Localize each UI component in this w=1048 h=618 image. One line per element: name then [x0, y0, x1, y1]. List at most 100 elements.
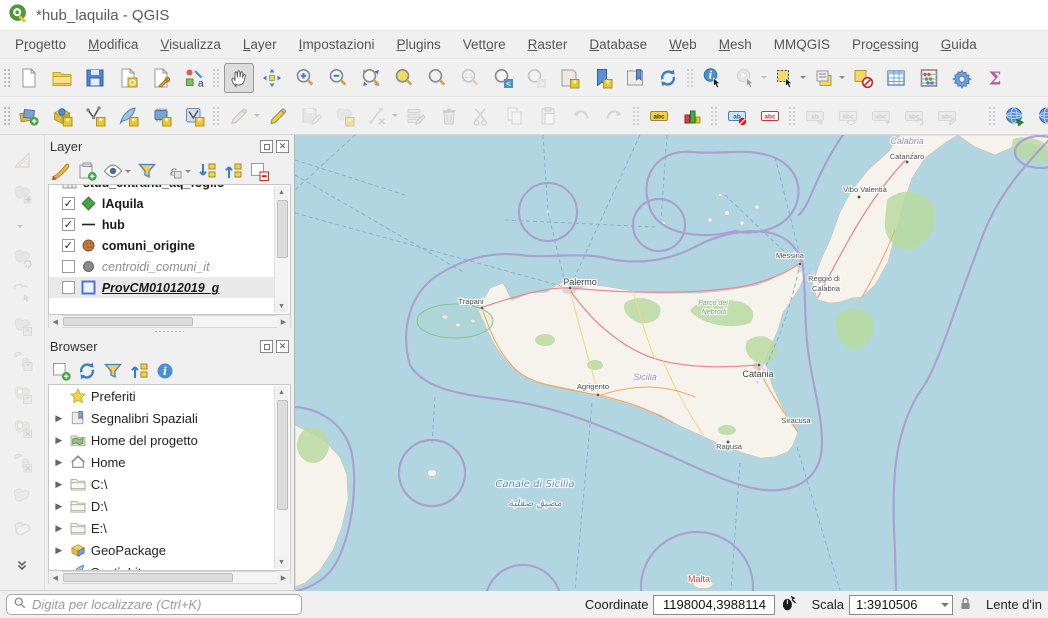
browser-item-homedelprogetto[interactable]: ▶Home del progetto: [49, 429, 274, 451]
identify-features-button[interactable]: i: [698, 63, 728, 93]
data-source-manager-button[interactable]: [14, 101, 44, 131]
add-selected-layers-button[interactable]: [49, 359, 73, 383]
new-virtual-layer-button[interactable]: *: [146, 101, 176, 131]
manage-map-themes-dropdown[interactable]: [124, 156, 133, 186]
browser-item-preferiti[interactable]: Preferiti: [49, 385, 274, 407]
scroll-left-icon[interactable]: ◀: [49, 315, 62, 328]
new-shapefile-layer-button[interactable]: *: [80, 101, 110, 131]
locator-search-input[interactable]: Digita per localizzare (Ctrl+K): [6, 594, 302, 615]
filter-legend-button[interactable]: [135, 159, 159, 183]
style-manager-button[interactable]: a: [179, 63, 209, 93]
select-features-dropdown[interactable]: [798, 63, 807, 93]
scroll-left-icon[interactable]: ◀: [49, 571, 62, 584]
project-save-button[interactable]: [80, 63, 110, 93]
expander-icon[interactable]: ▶: [53, 413, 65, 424]
select-by-value-button[interactable]: [809, 63, 839, 93]
menu-visualizza[interactable]: Visualizza: [149, 33, 232, 56]
expand-all-button[interactable]: [195, 159, 219, 183]
show-spatial-bookmarks-button[interactable]: *: [587, 63, 617, 93]
menu-processing[interactable]: Processing: [841, 33, 930, 56]
browser-tree-vscrollbar[interactable]: ▲ ▼: [274, 386, 289, 569]
pan-map-button[interactable]: [224, 63, 254, 93]
layer-properties-button[interactable]: i: [153, 359, 177, 383]
coordinate-input[interactable]: 1198004,3988114: [653, 595, 775, 615]
refresh-browser-button[interactable]: [75, 359, 99, 383]
scroll-right-icon[interactable]: ▶: [277, 571, 290, 584]
menu-layer[interactable]: Layer: [232, 33, 288, 56]
menu-plugins[interactable]: Plugins: [385, 33, 451, 56]
layer-tree-hscrollbar[interactable]: ◀ ▶: [48, 315, 291, 328]
expander-icon[interactable]: ▶: [53, 479, 65, 490]
layer-tree-vscrollbar[interactable]: ▲ ▼: [274, 186, 289, 313]
layer-item-ProvCM01012019_g[interactable]: ProvCM01012019_g: [49, 277, 274, 298]
layer-checkbox[interactable]: ✓: [62, 239, 75, 252]
project-open-button[interactable]: [47, 63, 77, 93]
open-attribute-table-button[interactable]: [881, 63, 911, 93]
browser-item-spatialite[interactable]: ▶SpatiaLite: [49, 561, 274, 570]
layer-tree-hscroll-thumb[interactable]: [63, 317, 193, 326]
zoom-last-button[interactable]: <: [488, 63, 518, 93]
menu-raster[interactable]: Raster: [517, 33, 579, 56]
layer-checkbox[interactable]: [62, 260, 75, 273]
expander-icon[interactable]: ▶: [53, 567, 65, 571]
collapse-browser-button[interactable]: [127, 359, 151, 383]
browser-item-home[interactable]: ▶Home: [49, 451, 274, 473]
expander-icon[interactable]: ▶: [53, 501, 65, 512]
layout-manager-button[interactable]: [146, 63, 176, 93]
label-settings-blue-button[interactable]: ab: [722, 101, 752, 131]
expander-icon[interactable]: ▶: [53, 435, 65, 446]
layer-tree-vscroll-thumb[interactable]: [277, 200, 288, 258]
move-feature-dropdown[interactable]: [16, 211, 25, 241]
menu-database[interactable]: Database: [578, 33, 658, 56]
add-group-button[interactable]: [75, 159, 99, 183]
layer-labeling-options-button[interactable]: abc: [644, 101, 674, 131]
new-temporary-scratch-layer-button[interactable]: *: [179, 101, 209, 131]
menu-web[interactable]: Web: [658, 33, 708, 56]
layer-item-centroidi_comuni_it[interactable]: centroidi_comuni_it: [49, 256, 274, 277]
browser-item-c[interactable]: ▶C:\: [49, 473, 274, 495]
zoom-to-selection-button[interactable]: [389, 63, 419, 93]
remove-layer-button[interactable]: [247, 159, 271, 183]
more-chevron-button[interactable]: [6, 548, 38, 580]
scroll-down-icon[interactable]: ▼: [275, 300, 288, 313]
zoom-full-button[interactable]: [356, 63, 386, 93]
select-features-button[interactable]: [770, 63, 800, 93]
browser-item-d[interactable]: ▶D:\: [49, 495, 274, 517]
new-spatialite-layer-button[interactable]: *: [113, 101, 143, 131]
layer-checkbox[interactable]: ✓: [62, 218, 75, 231]
field-calculator-button[interactable]: [914, 63, 944, 93]
zoom-in-button[interactable]: [290, 63, 320, 93]
scale-combobox[interactable]: 1:3910506: [849, 595, 953, 615]
pan-to-selection-button[interactable]: [257, 63, 287, 93]
browser-panel-close-button[interactable]: ✕: [276, 340, 289, 353]
menu-impostazioni[interactable]: Impostazioni: [288, 33, 386, 56]
project-new-button[interactable]: [14, 63, 44, 93]
browser-item-e[interactable]: ▶E:\: [49, 517, 274, 539]
filter-by-expression-dropdown[interactable]: [184, 156, 193, 186]
lock-scale-icon[interactable]: [958, 596, 973, 614]
filter-browser-button[interactable]: [101, 359, 125, 383]
map-canvas[interactable]: CalabriaCatanzaroVibo ValentiaMessinaReg…: [294, 135, 1048, 590]
metasearch-button[interactable]: [999, 101, 1029, 131]
expander-icon[interactable]: ▶: [53, 457, 65, 468]
menu-guida[interactable]: Guida: [930, 33, 988, 56]
menu-progetto[interactable]: Progetto: [4, 33, 77, 56]
refresh-map-button[interactable]: [653, 63, 683, 93]
statistical-summary-button[interactable]: Σ: [980, 63, 1010, 93]
layer-panel-close-button[interactable]: ✕: [276, 140, 289, 153]
layer-checkbox[interactable]: ✓: [62, 197, 75, 210]
browser-tree-hscrollbar[interactable]: ◀ ▶: [48, 571, 291, 584]
new-spatial-bookmark-button[interactable]: *: [554, 63, 584, 93]
open-layer-styling-button[interactable]: [49, 159, 73, 183]
filter-by-expression-button[interactable]: ε: [161, 159, 185, 183]
toggle-extents-icon[interactable]: [780, 594, 798, 615]
get-map-button[interactable]: [1032, 101, 1048, 131]
scroll-up-icon[interactable]: ▲: [275, 186, 288, 199]
zoom-out-button[interactable]: [323, 63, 353, 93]
menu-vettore[interactable]: Vettore: [452, 33, 517, 56]
layer-item-comuni_origine[interactable]: ✓comuni_origine: [49, 235, 274, 256]
expander-icon[interactable]: ▶: [53, 545, 65, 556]
scroll-down-icon[interactable]: ▼: [275, 556, 288, 569]
menu-mmqgis[interactable]: MMQGIS: [763, 33, 841, 56]
toolbar-grip[interactable]: [2, 67, 10, 89]
